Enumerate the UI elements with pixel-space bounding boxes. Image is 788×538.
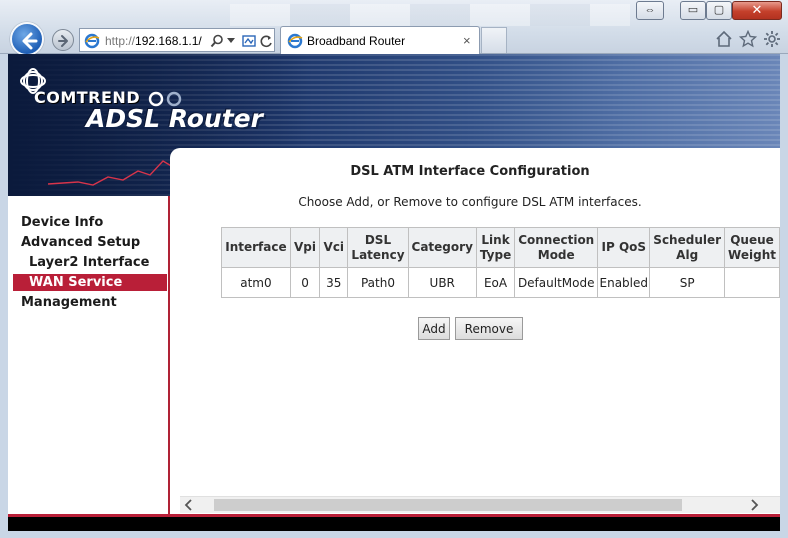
page-description: Choose Add, or Remove to configure DSL A… — [298, 195, 642, 209]
favorites-star-icon[interactable] — [739, 30, 757, 48]
column-header-line: Mode — [537, 247, 575, 262]
tab-broadband-router[interactable]: Broadband Router × — [280, 26, 480, 54]
scroll-right-arrow-icon[interactable] — [746, 497, 763, 513]
home-icon[interactable] — [715, 30, 733, 48]
dropdown-arrow-icon[interactable] — [227, 38, 235, 44]
address-protocol: http:// — [105, 34, 136, 48]
page-title: DSL ATM Interface Configuration — [350, 164, 590, 179]
maximize-button[interactable]: ▢ — [706, 1, 732, 20]
banner-title: ADSL Router — [86, 104, 263, 133]
address-text[interactable]: http://192.168.1.1/ — [105, 34, 202, 48]
sidebar-item-advanced-setup[interactable]: Advanced Setup — [21, 235, 140, 250]
table-cell: Path0 — [347, 267, 409, 298]
new-tab-button[interactable] — [481, 27, 507, 53]
search-icon[interactable] — [210, 34, 224, 48]
column-header-line: Connection — [518, 232, 595, 247]
close-window-button[interactable]: ✕ — [732, 1, 782, 20]
back-button[interactable] — [10, 22, 44, 56]
background-window-ghost — [230, 4, 630, 26]
column-header-line: IP QoS — [601, 240, 647, 254]
router-web-page: COMTREND ADSL Router Device Info Advance… — [8, 54, 780, 531]
table-cell: UBR — [407, 267, 477, 298]
column-header: Vci — [319, 227, 349, 268]
column-header: Connection Mode — [514, 227, 599, 268]
sidebar-item-layer2-interface[interactable]: Layer2 Interface — [29, 255, 149, 270]
atm-interface-table: Interface Vpi Vci DSL Latency Category Link Typ… — [221, 227, 780, 298]
address-bar[interactable]: http://192.168.1.1/ — [79, 28, 275, 52]
tab-close-icon[interactable]: × — [463, 33, 471, 48]
table-cell: EoA — [475, 267, 516, 298]
arrow-left-icon — [22, 32, 38, 50]
column-header-line: Vci — [323, 240, 345, 254]
column-header-line: Latency — [351, 247, 405, 262]
horizontal-scrollbar[interactable] — [180, 496, 780, 513]
browser-chrome: ⇔ ▭ ▢ ✕ http://192.168.1.1/ Broadband Ro… — [0, 0, 788, 56]
column-header-line: Scheduler — [653, 232, 722, 247]
minimize-button[interactable]: ▭ — [680, 1, 706, 20]
column-header-line: Queue — [730, 232, 774, 247]
column-header: Queue Weight — [724, 227, 780, 268]
column-header-line: Alg — [676, 247, 699, 262]
ie-page-icon — [84, 33, 100, 49]
table-cell: DefaultMode — [514, 267, 599, 298]
table-cell: SP — [649, 267, 726, 298]
main-content: DSL ATM Interface Configuration Choose A… — [180, 154, 780, 494]
table-cell — [724, 267, 780, 298]
column-header: DSL Latency — [347, 227, 409, 268]
scrollbar-thumb[interactable] — [214, 499, 682, 511]
column-header: Vpi — [289, 227, 321, 268]
sidebar-item-device-info[interactable]: Device Info — [21, 215, 103, 230]
column-header: Scheduler Alg — [649, 227, 726, 268]
column-header: Interface — [221, 227, 291, 268]
column-header: IP QoS — [597, 227, 651, 268]
table-header-row: Interface Vpi Vci DSL Latency Category Link Typ… — [221, 227, 780, 268]
refresh-icon[interactable] — [259, 34, 273, 48]
scroll-left-arrow-icon[interactable] — [180, 497, 197, 513]
column-header-line: DSL — [364, 232, 392, 247]
sidebar-nav: Device Info Advanced Setup Layer2 Interf… — [8, 196, 170, 514]
banner-signal-line — [48, 160, 174, 186]
column-header: Category — [407, 227, 477, 268]
gear-icon[interactable] — [763, 30, 781, 48]
table-cell: atm0 — [221, 267, 291, 298]
column-header-line: Category — [411, 240, 473, 254]
column-header: Link Type — [475, 227, 516, 268]
table-body: atm0 0 35 Path0 UBR EoA DefaultMode Enabled SP — [221, 267, 780, 298]
column-header-line: Interface — [225, 240, 287, 254]
add-button[interactable]: Add — [418, 317, 450, 340]
page-footer-bar — [8, 514, 780, 531]
compatibility-view-icon[interactable] — [242, 34, 256, 48]
forward-button[interactable] — [52, 29, 74, 51]
restore-arrows-button[interactable]: ⇔ — [636, 1, 664, 20]
column-header-line: Type — [479, 247, 512, 262]
tab-title: Broadband Router — [307, 34, 406, 48]
sidebar-item-wan-service[interactable]: WAN Service — [13, 274, 167, 291]
address-host: 192.168.1.1/ — [135, 34, 202, 48]
table-cell: 0 — [289, 267, 321, 298]
ie-tab-icon — [287, 33, 303, 49]
column-header-line: Weight — [728, 247, 776, 262]
column-header-line: Vpi — [294, 240, 316, 254]
column-header-line: Link — [481, 232, 510, 247]
table-cell: Enabled — [597, 267, 651, 298]
table-row: atm0 0 35 Path0 UBR EoA DefaultMode Enabled SP — [221, 267, 780, 298]
table-cell: 35 — [319, 267, 349, 298]
browser-frame-bottom — [0, 531, 788, 538]
remove-button[interactable]: Remove — [455, 317, 523, 340]
sidebar-item-management[interactable]: Management — [21, 295, 117, 310]
arrow-right-icon — [58, 35, 68, 47]
